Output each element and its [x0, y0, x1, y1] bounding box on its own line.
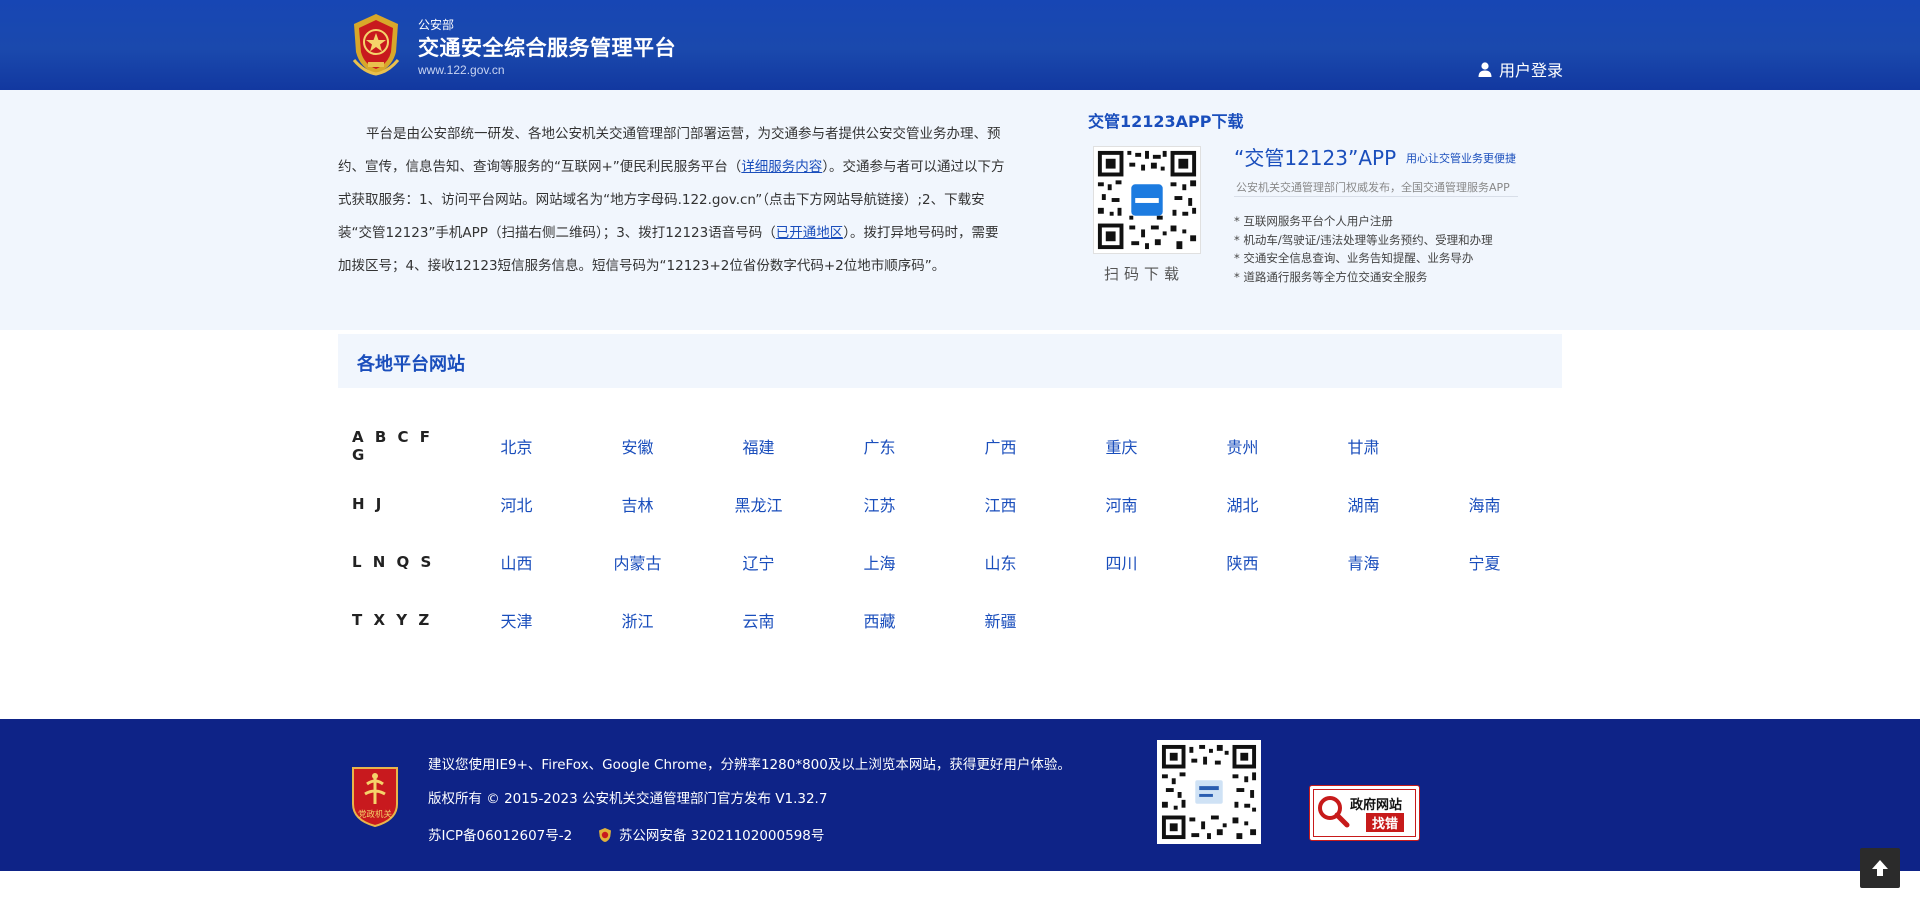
region-group-row: H J 河北 吉林 黑龙江 江苏 江西 河南 湖北 湖南 海南	[352, 492, 1545, 516]
app-feature-item: 道路通行服务等全方位交通安全服务	[1234, 268, 1493, 287]
app-qr-code-icon	[1093, 146, 1201, 254]
app-feature-item: 互联网服务平台个人用户注册	[1234, 212, 1493, 231]
region-link-henan[interactable]: 河南	[1061, 492, 1182, 516]
party-government-badge-icon[interactable]: 党政机关	[349, 764, 401, 828]
app-feature-item: 机动车/驾驶证/违法处理等业务预约、受理和办理	[1234, 231, 1492, 250]
login-label: 用户登录	[1498, 61, 1563, 80]
intro-paragraph: 平台是由公安部统一研发、各地公安机关交通管理部门部署运营，为交通参与者提供公安交…	[338, 118, 1010, 283]
icp-record: 苏ICP备06012607号-2 苏公网安备 32021102000598号	[428, 824, 824, 844]
arrow-up-icon	[1872, 860, 1888, 876]
gov-button-line-1: 政府网站	[1350, 798, 1403, 813]
region-link-fujian[interactable]: 福建	[698, 434, 819, 458]
region-link-shanghai[interactable]: 上海	[819, 550, 940, 574]
back-to-top-button[interactable]	[1860, 848, 1900, 888]
app-divider	[1234, 196, 1518, 197]
region-link-xizang[interactable]: 西藏	[819, 608, 940, 632]
copyright-text: 版权所有 © 2015-2023 公安机关交通管理部门官方发布 V1.32.7	[428, 791, 828, 807]
region-link-sichuan[interactable]: 四川	[1061, 550, 1182, 574]
user-icon	[1478, 62, 1492, 77]
region-link-xinjiang[interactable]: 新疆	[940, 608, 1061, 632]
gov-button-line-2: 找错	[1366, 813, 1405, 832]
region-group-letters: L N Q S	[352, 553, 435, 571]
region-link-hubei[interactable]: 湖北	[1182, 492, 1303, 516]
app-subtitle: 公安机关交通管理部门权威发布，全国交通管理服务APP	[1236, 181, 1510, 194]
site-url: www.122.gov.cn	[418, 63, 505, 77]
qr-caption: 扫码下载	[1104, 265, 1185, 283]
open-regions-link[interactable]: 已开通地区	[776, 225, 844, 241]
region-link-heilongjiang[interactable]: 黑龙江	[698, 492, 819, 516]
org-name: 公安部	[418, 18, 455, 32]
site-title[interactable]: 交通安全综合服务管理平台	[418, 32, 676, 62]
icp-link[interactable]: 苏ICP备06012607号-2	[428, 828, 572, 844]
region-link-hunan[interactable]: 湖南	[1303, 492, 1424, 516]
platform-section-header: 各地平台网站	[338, 334, 1562, 388]
service-details-link[interactable]: 详细服务内容	[741, 159, 822, 175]
region-link-guizhou[interactable]: 贵州	[1182, 434, 1303, 458]
browser-recommendation: 建议您使用IE9+、FireFox、Google Chrome，分辨率1280*…	[428, 757, 1071, 773]
site-header: 公安部 交通安全综合服务管理平台 www.122.gov.cn 用户登录	[0, 0, 1920, 90]
police-emblem-icon[interactable]	[346, 12, 406, 76]
region-group-letters: H J	[352, 495, 385, 513]
public-security-beian-link[interactable]: 苏公网安备 32021102000598号	[619, 828, 825, 844]
region-link-qinghai[interactable]: 青海	[1303, 550, 1424, 574]
government-website-error-report-button[interactable]: 政府网站 找错	[1309, 785, 1420, 841]
app-feature-item: 交通安全信息查询、业务告知提醒、业务导办	[1234, 249, 1493, 268]
region-link-shanxi[interactable]: 山西	[456, 550, 577, 574]
region-link-yunnan[interactable]: 云南	[698, 608, 819, 632]
login-button[interactable]: 用户登录	[1477, 57, 1563, 81]
region-link-guangxi[interactable]: 广西	[940, 434, 1061, 458]
region-group-letters: T X Y Z	[352, 611, 433, 629]
region-link-beijing[interactable]: 北京	[456, 434, 577, 458]
app-slogan: 用心让交管业务更便捷	[1406, 152, 1516, 165]
app-feature-list: 互联网服务平台个人用户注册 机动车/驾驶证/违法处理等业务预约、受理和办理 交通…	[1234, 212, 1493, 287]
region-link-shandong[interactable]: 山东	[940, 550, 1061, 574]
platform-section-title: 各地平台网站	[357, 354, 465, 375]
region-group-row: A B C F G 北京 安徽 福建 广东 广西 重庆 贵州 甘肃	[352, 428, 1424, 464]
region-link-zhejiang[interactable]: 浙江	[577, 608, 698, 632]
region-group-letters: A B C F G	[352, 428, 433, 464]
region-group-row: T X Y Z 天津 浙江 云南 西藏 新疆	[352, 608, 1061, 632]
magnifier-icon	[1318, 796, 1350, 828]
region-group-row: L N Q S 山西 内蒙古 辽宁 上海 山东 四川 陕西 青海 宁夏	[352, 550, 1545, 574]
badge-label: 党政机关	[358, 809, 393, 820]
region-link-jiangxi[interactable]: 江西	[940, 492, 1061, 516]
police-beian-icon	[598, 828, 611, 842]
region-link-neimenggu[interactable]: 内蒙古	[577, 550, 698, 574]
region-link-anhui[interactable]: 安徽	[577, 434, 698, 458]
region-link-hainan[interactable]: 海南	[1424, 492, 1545, 516]
app-name: “交管12123”APP	[1234, 146, 1397, 170]
region-link-jilin[interactable]: 吉林	[577, 492, 698, 516]
region-link-ningxia[interactable]: 宁夏	[1424, 550, 1545, 574]
region-link-chongqing[interactable]: 重庆	[1061, 434, 1182, 458]
region-link-liaoning[interactable]: 辽宁	[698, 550, 819, 574]
app-download-heading: 交管12123APP下载	[1088, 112, 1244, 131]
region-link-jiangsu[interactable]: 江苏	[819, 492, 940, 516]
region-link-tianjin[interactable]: 天津	[456, 608, 577, 632]
region-link-guangdong[interactable]: 广东	[819, 434, 940, 458]
region-link-shaanxi[interactable]: 陕西	[1182, 550, 1303, 574]
site-footer	[0, 719, 1920, 871]
region-link-gansu[interactable]: 甘肃	[1303, 434, 1424, 458]
footer-qr-code-icon	[1157, 740, 1261, 844]
region-link-hebei[interactable]: 河北	[456, 492, 577, 516]
